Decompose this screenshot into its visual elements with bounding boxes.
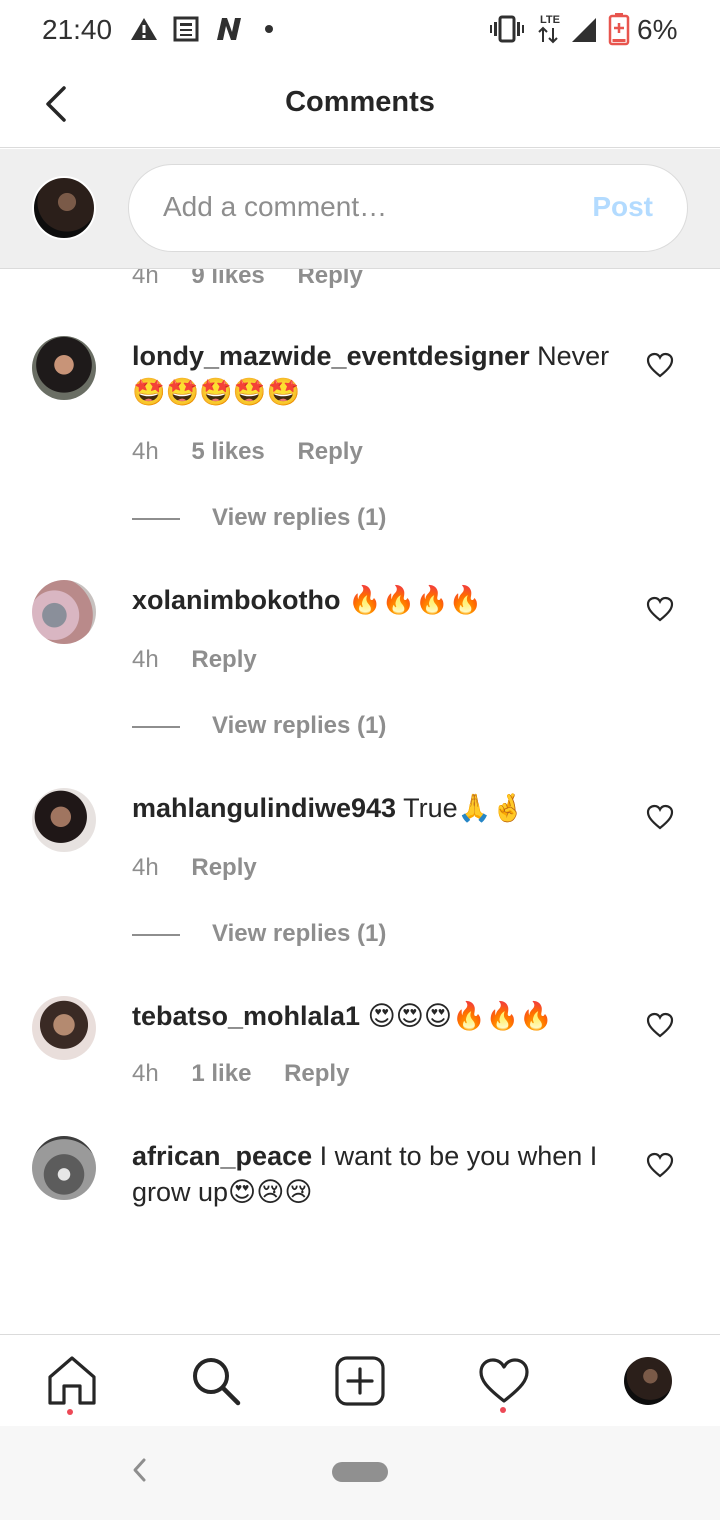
system-nav-bar — [0, 1426, 720, 1520]
commenter-avatar[interactable] — [32, 1136, 96, 1200]
page-title: Comments — [285, 86, 435, 118]
warning-icon — [131, 18, 157, 40]
comment-input-container[interactable]: Post — [128, 164, 688, 252]
comment-username[interactable]: xolanimbokotho — [132, 585, 341, 615]
commenter-avatar[interactable] — [32, 580, 96, 644]
new-post-icon[interactable] — [332, 1353, 388, 1409]
comment-text: londy_mazwide_eventdesigner Never 🤩🤩🤩🤩🤩 — [132, 338, 612, 410]
like-heart-icon[interactable] — [646, 1012, 674, 1038]
view-replies-button[interactable]: View replies (1) — [132, 712, 386, 740]
comment-meta: 4h 5 likes Reply — [132, 438, 389, 466]
battery-icon — [608, 13, 630, 46]
commenter-avatar[interactable] — [32, 336, 96, 400]
system-back-icon[interactable] — [128, 1456, 152, 1484]
view-replies-button[interactable]: View replies (1) — [132, 920, 386, 948]
vibrate-icon — [490, 15, 524, 43]
like-heart-icon[interactable] — [646, 1152, 674, 1178]
comment-username[interactable]: mahlangulindiwe943 — [132, 793, 396, 823]
comment-time: 4h — [132, 646, 159, 673]
comments-list: 4h 9 likes Reply londy_mazwide_eventdesi… — [0, 240, 720, 1334]
commenter-avatar[interactable] — [32, 996, 96, 1060]
comment-username[interactable]: tebatso_mohlala1 — [132, 1001, 360, 1031]
home-icon[interactable] — [44, 1353, 100, 1409]
profile-avatar[interactable] — [624, 1357, 672, 1405]
comment-content: 😍😍😍🔥🔥🔥 — [360, 1001, 553, 1031]
commenter-avatar[interactable] — [32, 788, 96, 852]
comment-time: 4h — [132, 438, 159, 465]
comment-time: 4h — [132, 1060, 159, 1087]
current-user-avatar — [32, 176, 96, 240]
status-bar: 21:40 LTE 6% — [0, 0, 720, 64]
comment-text: african_peace I want to be you when I gr… — [132, 1138, 612, 1210]
view-replies-label: View replies (1) — [212, 712, 387, 739]
comment-composer: Post — [0, 149, 720, 269]
post-button[interactable]: Post — [592, 191, 653, 223]
comment-username[interactable]: londy_mazwide_eventdesigner — [132, 341, 530, 371]
bottom-nav — [0, 1334, 720, 1426]
comments-header: Comments — [0, 64, 720, 148]
comment-username[interactable]: african_peace — [132, 1141, 312, 1171]
view-replies-label: View replies (1) — [212, 504, 387, 531]
news-icon — [173, 16, 199, 42]
comment-meta: 4h Reply — [132, 854, 283, 882]
status-time: 21:40 — [42, 14, 113, 45]
like-heart-icon[interactable] — [646, 596, 674, 622]
comment-text: mahlangulindiwe943 True🙏🤞 — [132, 790, 612, 826]
n-app-icon — [217, 18, 241, 40]
search-icon[interactable] — [188, 1353, 244, 1409]
comment-content: True🙏🤞 — [396, 793, 525, 823]
like-heart-icon[interactable] — [646, 804, 674, 830]
comment-meta: 4h Reply — [132, 646, 283, 674]
comment-likes[interactable]: 1 like — [191, 1060, 251, 1087]
home-notification-dot — [67, 1409, 73, 1415]
replies-divider — [132, 517, 180, 520]
reply-link[interactable]: Reply — [191, 854, 256, 881]
activity-heart-icon[interactable] — [476, 1353, 532, 1409]
dot-icon — [265, 25, 273, 33]
comment-input[interactable] — [163, 191, 563, 223]
replies-divider — [132, 725, 180, 728]
svg-text:LTE: LTE — [540, 14, 560, 26]
like-heart-icon[interactable] — [646, 352, 674, 378]
reply-link[interactable]: Reply — [284, 1060, 349, 1087]
reply-link[interactable]: Reply — [297, 438, 362, 465]
system-home-pill[interactable] — [332, 1462, 388, 1482]
comment-text: xolanimbokotho 🔥🔥🔥🔥 — [132, 582, 612, 618]
battery-percent: 6% — [637, 14, 678, 45]
comment-content: 🔥🔥🔥🔥 — [340, 585, 483, 615]
signal-icon — [572, 18, 596, 42]
lte-icon: LTE — [538, 14, 560, 44]
reply-link[interactable]: Reply — [191, 646, 256, 673]
comment-meta: 4h 1 like Reply — [132, 1060, 375, 1088]
comment-likes[interactable]: 5 likes — [191, 438, 264, 465]
comment-text: tebatso_mohlala1 😍😍😍🔥🔥🔥 — [132, 998, 612, 1034]
view-replies-button[interactable]: View replies (1) — [132, 504, 386, 532]
replies-divider — [132, 933, 180, 936]
view-replies-label: View replies (1) — [212, 920, 387, 947]
activity-notification-dot — [500, 1407, 506, 1413]
comment-time: 4h — [132, 854, 159, 881]
